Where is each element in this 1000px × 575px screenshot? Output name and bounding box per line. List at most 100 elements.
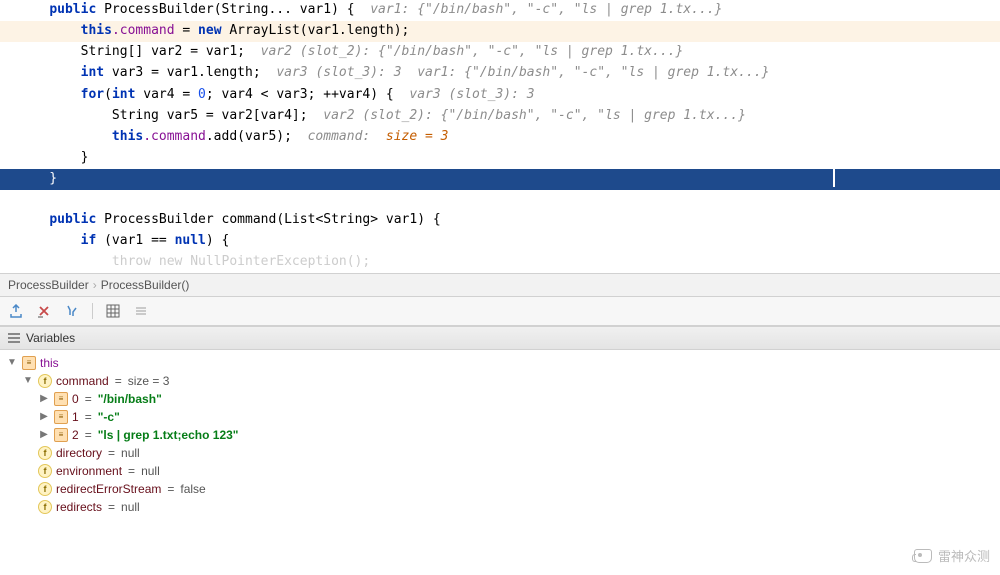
variables-header[interactable]: Variables (0, 326, 1000, 350)
section-title: Variables (26, 331, 75, 345)
array-item[interactable]: ▶ ≡ 1 = "-c" (0, 408, 1000, 426)
field-icon: f (38, 482, 52, 496)
var-redirect-error-stream[interactable]: ▶ f redirectErrorStream = false (0, 480, 1000, 498)
inline-hint: var2 (slot_2): {"/bin/bash", "-c", "ls |… (261, 44, 684, 59)
array-item[interactable]: ▶ ≡ 0 = "/bin/bash" (0, 390, 1000, 408)
expand-toggle[interactable]: ▼ (6, 357, 18, 368)
inline-hint-value: size = 3 (386, 129, 449, 144)
code-line[interactable]: for(int var4 = 0; var4 < var3; ++var4) {… (0, 85, 1000, 106)
code-line[interactable]: String[] var2 = var1; var2 (slot_2): {"/… (0, 42, 1000, 63)
var-name: environment (56, 464, 122, 478)
var-directory[interactable]: ▶ f directory = null (0, 444, 1000, 462)
code-line[interactable]: if (var1 == null) { (0, 231, 1000, 252)
expand-toggle[interactable]: ▶ (38, 411, 50, 422)
var-command[interactable]: ▼ f command = size = 3 (0, 372, 1000, 390)
breadcrumb-item[interactable]: ProcessBuilder() (101, 278, 190, 292)
field-ref: .command (112, 23, 175, 38)
expand-toggle[interactable]: ▼ (22, 375, 34, 386)
inline-hint: var2 (slot_2): {"/bin/bash", "-c", "ls |… (323, 108, 746, 123)
breadcrumb[interactable]: ProcessBuilder › ProcessBuilder() (0, 273, 1000, 297)
keyword: new (198, 23, 221, 38)
var-index: 2 (72, 428, 79, 442)
inline-hint-label: command: (308, 129, 386, 144)
keyword: public (49, 212, 96, 227)
watermark: 雷神众测 (914, 546, 990, 565)
equals: = (165, 482, 176, 496)
debugger-toolbar (0, 297, 1000, 326)
code-line[interactable]: } (0, 148, 1000, 169)
element-icon: ≡ (54, 410, 68, 424)
variables-tree[interactable]: ▼ ≡ this ▼ f command = size = 3 ▶ ≡ 0 = … (0, 350, 1000, 520)
expand-toggle[interactable]: ▶ (38, 393, 50, 404)
equals: = (83, 392, 94, 406)
separator (92, 303, 93, 319)
equals: = (126, 464, 137, 478)
var-redirects[interactable]: ▶ f redirects = null (0, 498, 1000, 516)
keyword-this: this (112, 129, 143, 144)
inline-hint: var3 (slot_3): 3 var1: {"/bin/bash", "-c… (276, 65, 769, 80)
remove-x-icon[interactable] (36, 303, 52, 319)
type-name: ProcessBuilder (104, 2, 214, 17)
expand-toggle[interactable]: ▶ (38, 429, 50, 440)
var-name: redirects (56, 500, 102, 514)
code-line-blank[interactable] (0, 190, 1000, 211)
object-icon: ≡ (22, 356, 36, 370)
var-value: null (121, 446, 140, 460)
inline-hint: var1: {"/bin/bash", "-c", "ls | grep 1.t… (370, 2, 722, 17)
code-line-current[interactable]: this.command = new ArrayList(var1.length… (0, 21, 1000, 42)
var-value: "ls | grep 1.txt;echo 123" (98, 428, 239, 442)
var-value: null (141, 464, 160, 478)
var-name: command (56, 374, 109, 388)
element-icon: ≡ (54, 392, 68, 406)
var-value: size = 3 (128, 374, 170, 388)
keyword: if (81, 233, 97, 248)
var-name: directory (56, 446, 102, 460)
breadcrumb-item[interactable]: ProcessBuilder (8, 278, 89, 292)
table-icon[interactable] (105, 303, 121, 319)
code-line[interactable]: int var3 = var1.length; var3 (slot_3): 3… (0, 63, 1000, 84)
field-icon: f (38, 500, 52, 514)
collapse-icon (133, 303, 149, 319)
filter-down-icon[interactable] (64, 303, 80, 319)
watermark-text: 雷神众测 (938, 546, 990, 565)
number-literal: 0 (198, 87, 206, 102)
keyword: null (175, 233, 206, 248)
field-icon: f (38, 446, 52, 460)
equals: = (113, 374, 124, 388)
code-line-selected[interactable]: } (0, 169, 1000, 190)
equals: = (83, 428, 94, 442)
field-icon: f (38, 374, 52, 388)
code-line[interactable]: String var5 = var2[var4]; var2 (slot_2):… (0, 106, 1000, 127)
list-icon (8, 333, 20, 343)
var-value: "/bin/bash" (98, 392, 162, 406)
keyword-this: this (81, 23, 112, 38)
equals: = (83, 410, 94, 424)
var-name: redirectErrorStream (56, 482, 161, 496)
code-editor[interactable]: public ProcessBuilder(String... var1) { … (0, 0, 1000, 273)
chevron-right-icon: › (93, 278, 97, 292)
keyword: for (81, 87, 104, 102)
keyword: int (112, 87, 135, 102)
var-index: 0 (72, 392, 79, 406)
inline-hint: var3 (slot_3): 3 (409, 87, 534, 102)
var-environment[interactable]: ▶ f environment = null (0, 462, 1000, 480)
var-value: false (180, 482, 205, 496)
code-line-faded[interactable]: throw new NullPointerException(); (0, 252, 1000, 273)
keyword: public (49, 2, 96, 17)
export-up-icon[interactable] (8, 303, 24, 319)
field-ref: .command (143, 129, 206, 144)
element-icon: ≡ (54, 428, 68, 442)
code-line[interactable]: public ProcessBuilder command(List<Strin… (0, 210, 1000, 231)
keyword: int (81, 65, 104, 80)
equals: = (106, 446, 117, 460)
array-item[interactable]: ▶ ≡ 2 = "ls | grep 1.txt;echo 123" (0, 426, 1000, 444)
field-icon: f (38, 464, 52, 478)
caret (833, 169, 835, 187)
code-line[interactable]: this.command.add(var5); command: size = … (0, 127, 1000, 148)
var-this[interactable]: ▼ ≡ this (0, 354, 1000, 372)
wechat-icon (914, 549, 932, 563)
var-value: "-c" (98, 410, 120, 424)
equals: = (106, 500, 117, 514)
code-line[interactable]: public ProcessBuilder(String... var1) { … (0, 0, 1000, 21)
var-name: this (40, 356, 59, 370)
